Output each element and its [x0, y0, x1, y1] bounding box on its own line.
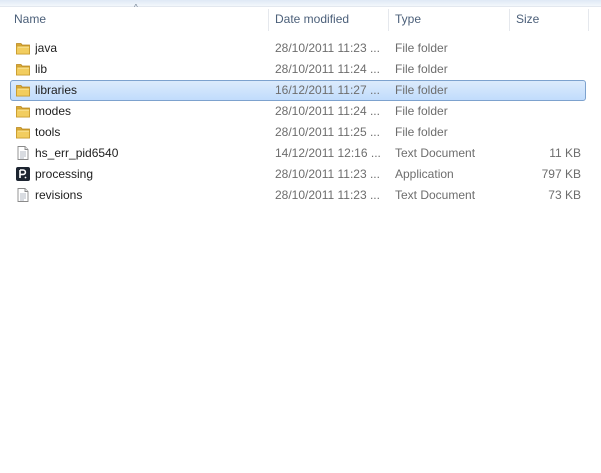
file-date-modified: 28/10/2011 11:24 ... — [275, 62, 380, 76]
file-name: processing — [35, 167, 94, 181]
file-row[interactable]: java 28/10/2011 11:23 ... File folder — [0, 38, 601, 59]
processing-app-icon — [15, 166, 31, 182]
file-date-modified: 16/12/2011 11:27 ... — [275, 83, 380, 97]
file-type: File folder — [395, 62, 448, 76]
folder-icon — [15, 82, 31, 98]
folder-icon — [15, 103, 31, 119]
file-name: revisions — [35, 188, 83, 202]
file-size — [512, 80, 581, 101]
file-name: libraries — [35, 83, 78, 97]
file-name: hs_err_pid6540 — [35, 146, 119, 160]
text-file-icon — [15, 145, 31, 161]
file-row[interactable]: lib 28/10/2011 11:24 ... File folder — [0, 59, 601, 80]
column-header-date-modified[interactable]: Date modified — [269, 7, 389, 31]
column-header-size[interactable]: Size — [510, 7, 588, 31]
file-type: File folder — [395, 104, 448, 118]
file-name: modes — [35, 104, 72, 118]
file-type: Application — [395, 167, 454, 181]
toolbar-strip — [0, 0, 601, 7]
file-row[interactable]: modes 28/10/2011 11:24 ... File folder — [0, 101, 601, 122]
column-header-name[interactable]: Name — [8, 7, 268, 31]
file-type: Text Document — [395, 146, 476, 160]
file-size — [512, 59, 581, 80]
file-size — [512, 38, 581, 59]
file-date-modified: 28/10/2011 11:24 ... — [275, 104, 380, 118]
file-row[interactable]: hs_err_pid6540 14/12/2011 12:16 ... Text… — [0, 143, 601, 164]
file-row[interactable]: libraries 16/12/2011 11:27 ... File fold… — [0, 80, 601, 101]
file-date-modified: 28/10/2011 11:23 ... — [275, 167, 380, 181]
file-size: 11 KB — [549, 146, 581, 160]
file-list: java 28/10/2011 11:23 ... File folder li… — [0, 38, 601, 206]
file-explorer-window: ^ Name Date modified Type Size java 28/1… — [0, 0, 601, 473]
column-divider[interactable] — [588, 9, 589, 31]
folder-icon — [15, 61, 31, 77]
file-row[interactable]: processing 28/10/2011 11:23 ... Applicat… — [0, 164, 601, 185]
file-type: File folder — [395, 83, 448, 97]
file-date-modified: 28/10/2011 11:25 ... — [275, 125, 380, 139]
file-type: File folder — [395, 125, 448, 139]
folder-icon — [15, 124, 31, 140]
file-size — [512, 101, 581, 122]
column-header-bar: ^ Name Date modified Type Size — [0, 4, 601, 31]
file-row[interactable]: revisions 28/10/2011 11:23 ... Text Docu… — [0, 185, 601, 206]
file-type: File folder — [395, 41, 448, 55]
file-date-modified: 28/10/2011 11:23 ... — [275, 188, 380, 202]
file-date-modified: 28/10/2011 11:23 ... — [275, 41, 380, 55]
file-type: Text Document — [395, 188, 476, 202]
folder-icon — [15, 40, 31, 56]
file-name: lib — [35, 62, 48, 76]
column-header-type[interactable]: Type — [389, 7, 510, 31]
file-size: 73 KB — [548, 188, 581, 202]
file-date-modified: 14/12/2011 12:16 ... — [275, 146, 381, 160]
file-row[interactable]: tools 28/10/2011 11:25 ... File folder — [0, 122, 601, 143]
file-name: java — [35, 41, 58, 55]
file-name: tools — [35, 125, 61, 139]
text-file-icon — [15, 187, 31, 203]
file-size — [512, 122, 581, 143]
file-size: 797 KB — [541, 167, 581, 181]
